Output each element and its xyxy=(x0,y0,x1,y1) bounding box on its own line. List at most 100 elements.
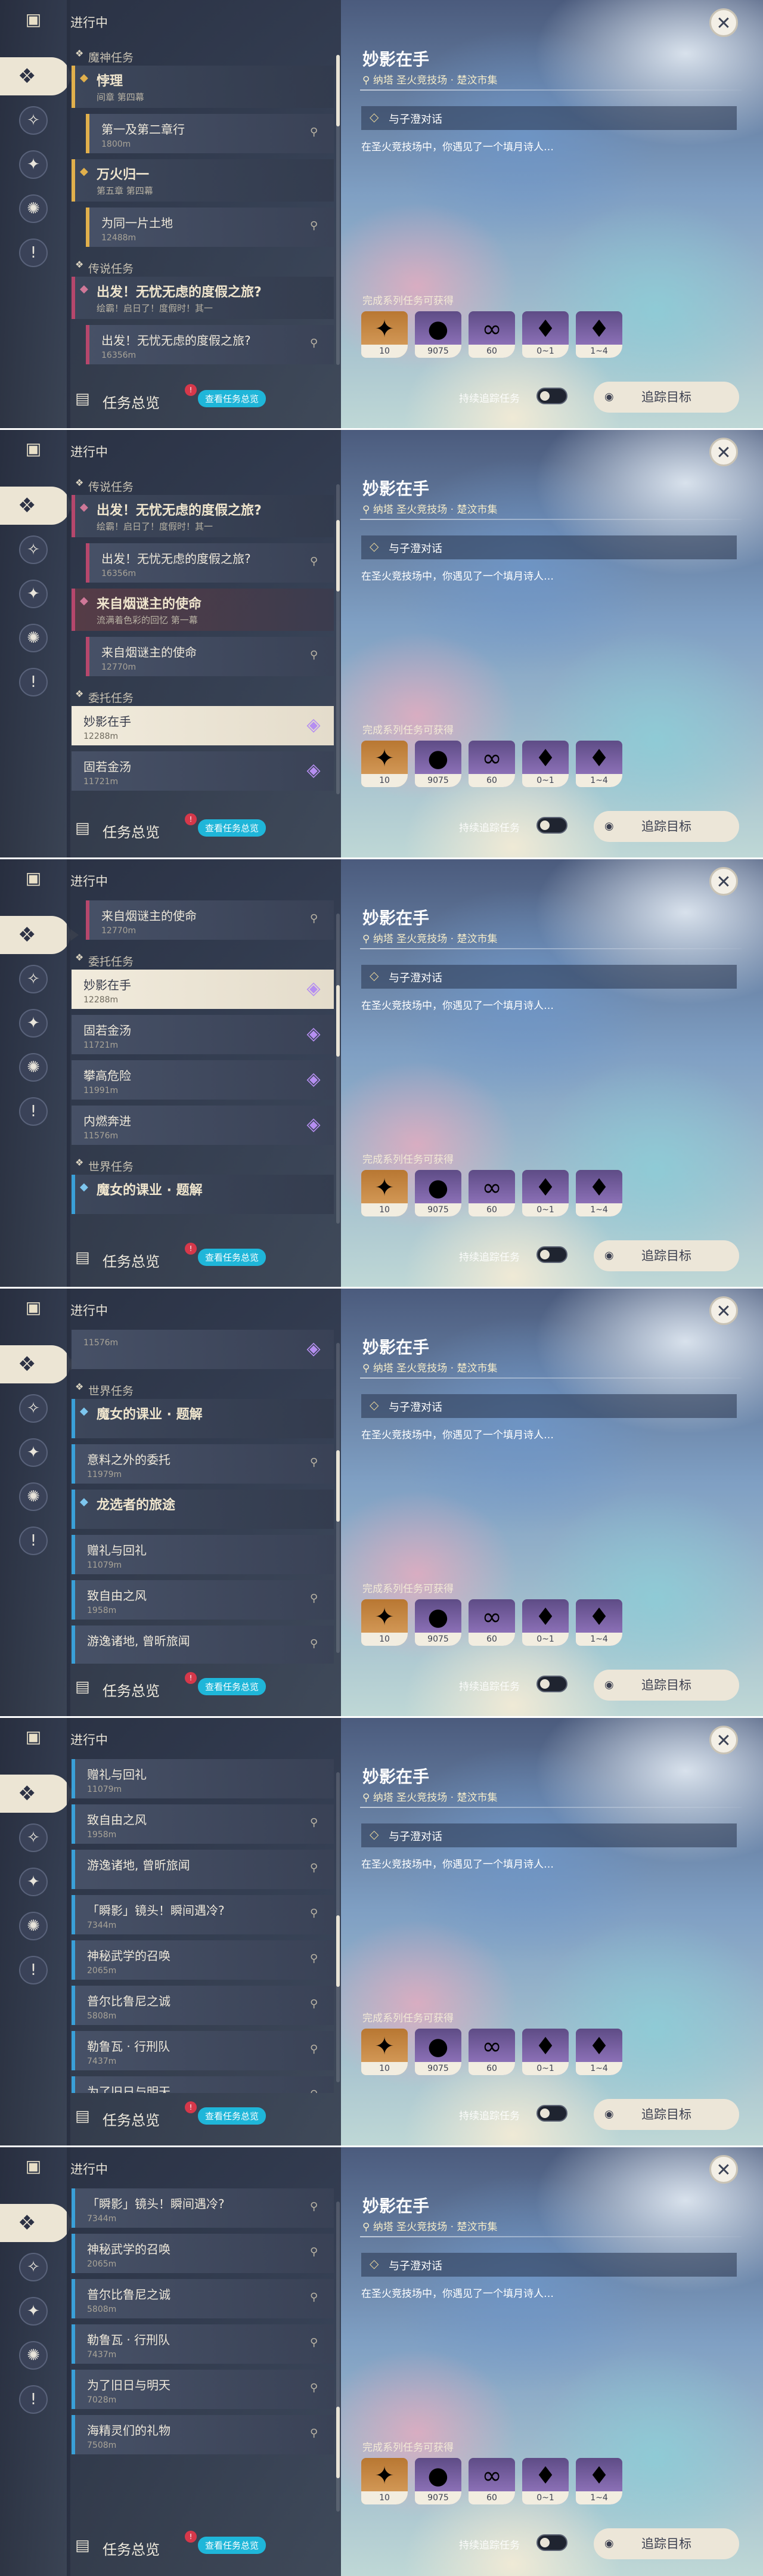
story-quest-tab-icon[interactable]: ✦ xyxy=(19,150,48,179)
quest-chain[interactable]: ◆ 魔女的课业 · 题解 xyxy=(72,1399,334,1438)
quest-item[interactable]: 勒鲁瓦 · 行刑队 7437m ⚲ xyxy=(72,2031,334,2070)
quest-chain[interactable]: ◆ 龙选者的旅途 xyxy=(72,1490,334,1529)
close-icon[interactable]: ✕ xyxy=(709,2155,738,2184)
view-overview-button[interactable]: 查看任务总览 xyxy=(198,2107,266,2125)
quest-chain[interactable]: ◆ 出发！无忧无虑的度假之旅? 绘霸！启日了！度假时！其一 xyxy=(72,277,334,319)
quest-book-icon[interactable]: ▣ xyxy=(18,2153,49,2179)
scrollbar-thumb[interactable] xyxy=(336,520,340,592)
location-pin-icon[interactable]: ⚲ xyxy=(310,1862,321,1876)
all-quests-tab-icon[interactable]: ❖ xyxy=(0,916,79,954)
quest-item[interactable]: 出发！无忧无虑的度假之旅? 16356m ⚲ xyxy=(86,543,334,583)
quest-item[interactable]: 出发！无忧无虑的度假之旅? 16356m ⚲ xyxy=(86,325,334,364)
quest-item[interactable]: 普尔比鲁尼之诚 5808m ⚲ xyxy=(72,2279,334,2318)
archon-quest-tab-icon[interactable]: ✧ xyxy=(19,106,48,135)
archon-quest-tab-icon[interactable]: ✧ xyxy=(19,965,48,993)
track-button[interactable]: 追踪目标 xyxy=(594,1240,739,1271)
location-pin-icon[interactable]: ⚲ xyxy=(310,1907,321,1921)
location-pin-icon[interactable]: ⚲ xyxy=(310,2043,321,2057)
quest-item[interactable]: 致自由之风 1958m ⚲ xyxy=(72,1580,334,1620)
alert-tab-icon[interactable]: ! xyxy=(19,1097,48,1126)
quest-chain[interactable]: ◆ 悖理 间章 第四幕 xyxy=(72,66,334,108)
alert-tab-icon[interactable]: ! xyxy=(19,1527,48,1555)
scrollbar-thumb[interactable] xyxy=(336,1915,340,1987)
view-overview-button[interactable]: 查看任务总览 xyxy=(198,1678,266,1695)
location-pin-icon[interactable]: ⚲ xyxy=(310,2200,321,2215)
quest-item[interactable]: 11576m ◈ xyxy=(72,1330,334,1369)
track-button[interactable]: 追踪目标 xyxy=(594,811,739,842)
quest-item[interactable]: 赠礼与回礼 11079m xyxy=(72,1759,334,1798)
quest-item[interactable]: 固若金汤 11721m ◈ xyxy=(72,751,334,791)
alert-tab-icon[interactable]: ! xyxy=(19,1956,48,1984)
track-toggle[interactable] xyxy=(536,388,567,404)
scrollbar-thumb[interactable] xyxy=(336,55,340,126)
story-quest-tab-icon[interactable]: ✦ xyxy=(19,1868,48,1896)
world-quest-tab-icon[interactable]: ✺ xyxy=(19,1912,48,1940)
quest-item[interactable]: 「瞬影」镜头！瞬间遇冷? 7344m ⚲ xyxy=(72,1895,334,1934)
close-icon[interactable]: ✕ xyxy=(709,1726,738,1754)
alert-tab-icon[interactable]: ! xyxy=(19,668,48,696)
quest-item[interactable]: 普尔比鲁尼之诚 5808m ⚲ xyxy=(72,1986,334,2025)
quest-item[interactable]: 游逸诸地, 曾昕旅闻 ⚲ xyxy=(72,1626,334,1664)
alert-tab-icon[interactable]: ! xyxy=(19,239,48,267)
quest-book-icon[interactable]: ▣ xyxy=(18,1723,49,1750)
world-quest-tab-icon[interactable]: ✺ xyxy=(19,1053,48,1082)
quest-item[interactable]: 第一及第二章行 1800m ⚲ xyxy=(86,114,334,153)
quest-chain[interactable]: ◆ 来自烟谜主的使命 流满着色彩的回忆 第一幕 xyxy=(72,589,334,631)
location-pin-icon[interactable]: ⚲ xyxy=(310,2382,321,2396)
world-quest-tab-icon[interactable]: ✺ xyxy=(19,194,48,223)
world-quest-tab-icon[interactable]: ✺ xyxy=(19,2341,48,2370)
location-pin-icon[interactable]: ⚲ xyxy=(310,2088,321,2093)
quest-item[interactable]: 妙影在手 12288m ◈ xyxy=(72,970,334,1009)
story-quest-tab-icon[interactable]: ✦ xyxy=(19,580,48,608)
location-pin-icon[interactable]: ⚲ xyxy=(310,219,321,234)
story-quest-tab-icon[interactable]: ✦ xyxy=(19,2297,48,2326)
quest-item[interactable]: 来自烟谜主的使命 12770m ⚲ xyxy=(86,900,334,940)
location-pin-icon[interactable]: ⚲ xyxy=(310,1456,321,1470)
all-quests-tab-icon[interactable]: ❖ xyxy=(0,487,79,525)
quest-book-icon[interactable]: ▣ xyxy=(18,1294,49,1320)
quest-item[interactable]: 为同一片土地 12488m ⚲ xyxy=(86,208,334,247)
world-quest-tab-icon[interactable]: ✺ xyxy=(19,1482,48,1511)
quest-item[interactable]: 妙影在手 12288m ◈ xyxy=(72,706,334,745)
location-pin-icon[interactable]: ⚲ xyxy=(310,1998,321,2012)
list-scrollbar[interactable] xyxy=(336,1772,340,2082)
location-pin-icon[interactable]: ⚲ xyxy=(310,1592,321,1606)
close-icon[interactable]: ✕ xyxy=(709,8,738,37)
view-overview-button[interactable]: 查看任务总览 xyxy=(198,1249,266,1266)
location-pin-icon[interactable]: ⚲ xyxy=(310,555,321,569)
list-scrollbar[interactable] xyxy=(336,914,340,1224)
list-scrollbar[interactable] xyxy=(336,55,340,365)
quest-chain[interactable]: ◆ 万火归一 第五章 第四幕 xyxy=(72,159,334,202)
list-scrollbar[interactable] xyxy=(336,1343,340,1653)
quest-item[interactable]: 攀高危险 11991m ◈ xyxy=(72,1060,334,1100)
archon-quest-tab-icon[interactable]: ✧ xyxy=(19,1394,48,1423)
close-icon[interactable]: ✕ xyxy=(709,1296,738,1325)
track-button[interactable]: 追踪目标 xyxy=(594,382,739,413)
all-quests-tab-icon[interactable]: ❖ xyxy=(0,2204,79,2242)
track-toggle[interactable] xyxy=(536,817,567,834)
quest-item[interactable]: 内燃奔进 11576m ◈ xyxy=(72,1106,334,1145)
archon-quest-tab-icon[interactable]: ✧ xyxy=(19,2253,48,2281)
view-overview-button[interactable]: 查看任务总览 xyxy=(198,2537,266,2554)
quest-item[interactable]: 为了旧日与明天 7028m ⚲ xyxy=(72,2370,334,2409)
location-pin-icon[interactable]: ⚲ xyxy=(310,2291,321,2305)
all-quests-tab-icon[interactable]: ❖ xyxy=(0,57,79,95)
track-button[interactable]: 追踪目标 xyxy=(594,1670,739,1701)
track-button[interactable]: 追踪目标 xyxy=(594,2099,739,2130)
quest-book-icon[interactable]: ▣ xyxy=(18,6,49,32)
archon-quest-tab-icon[interactable]: ✧ xyxy=(19,535,48,564)
location-pin-icon[interactable]: ⚲ xyxy=(310,1637,321,1652)
quest-item[interactable]: 神秘武学的召唤 2065m ⚲ xyxy=(72,2234,334,2273)
track-button[interactable]: 追踪目标 xyxy=(594,2528,739,2559)
quest-book-icon[interactable]: ▣ xyxy=(18,865,49,891)
quest-item[interactable]: 为了旧日与明天 ⚲ xyxy=(72,2076,334,2093)
view-overview-button[interactable]: 查看任务总览 xyxy=(198,390,266,407)
quest-item[interactable]: 致自由之风 1958m ⚲ xyxy=(72,1804,334,1844)
all-quests-tab-icon[interactable]: ❖ xyxy=(0,1775,79,1813)
list-scrollbar[interactable] xyxy=(336,484,340,794)
location-pin-icon[interactable]: ⚲ xyxy=(310,912,321,927)
location-pin-icon[interactable]: ⚲ xyxy=(310,126,321,140)
story-quest-tab-icon[interactable]: ✦ xyxy=(19,1438,48,1467)
quest-item[interactable]: 赠礼与回礼 11079m xyxy=(72,1535,334,1574)
quest-book-icon[interactable]: ▣ xyxy=(18,435,49,462)
